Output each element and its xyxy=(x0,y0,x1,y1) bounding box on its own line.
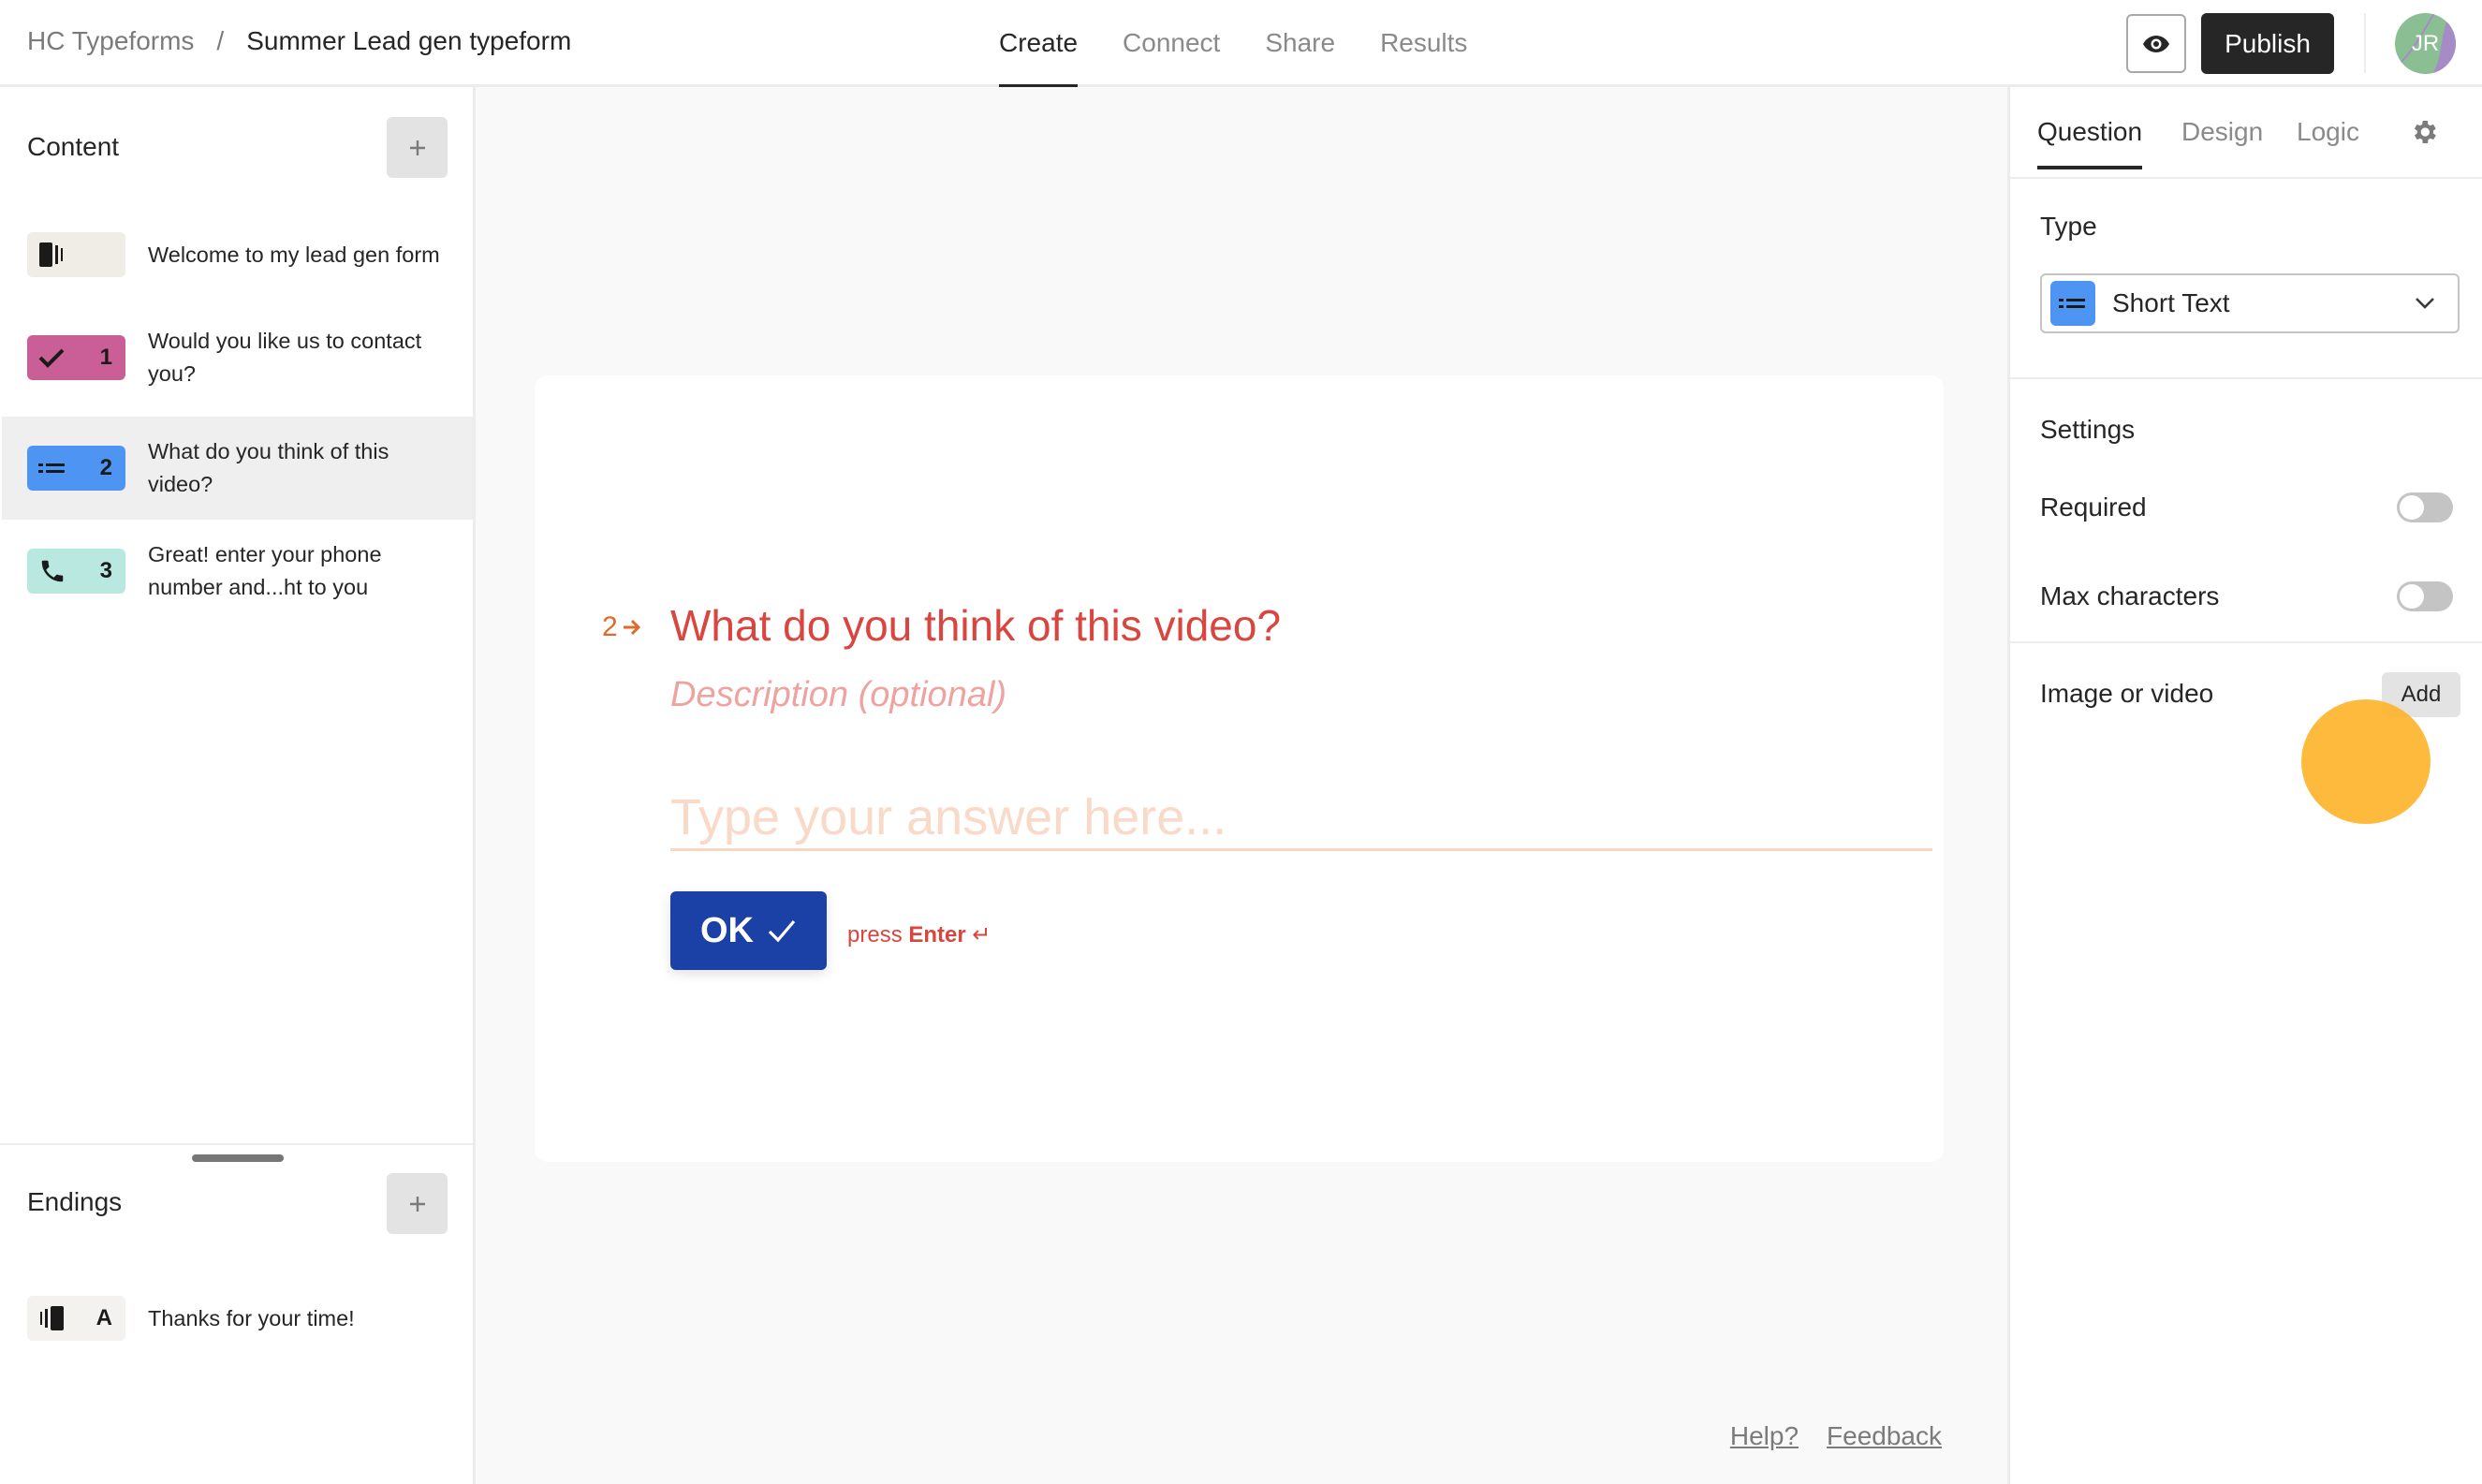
welcome-screen-icon xyxy=(39,242,63,267)
tab-share[interactable]: Share xyxy=(1265,0,1335,87)
question-item-3[interactable]: 3 Great! enter your phone number and...h… xyxy=(2,520,473,623)
help-link[interactable]: Help? xyxy=(1730,1421,1799,1451)
image-or-video-label: Image or video xyxy=(2040,679,2214,708)
ending-screen-icon xyxy=(40,1306,64,1330)
eye-icon xyxy=(2143,35,2169,52)
question-number-value: 2 xyxy=(602,611,618,642)
main-tabs: Create Connect Share Results xyxy=(999,0,1512,89)
ok-label: OK xyxy=(700,910,754,950)
required-toggle[interactable] xyxy=(2397,492,2453,522)
content-sidebar: Content Welcome to my lead gen form 1 Wo… xyxy=(0,87,476,1484)
type-label: Type xyxy=(2040,212,2097,241)
breadcrumb-workspace[interactable]: HC Typeforms xyxy=(27,26,194,56)
question-number: 1 xyxy=(99,345,112,370)
add-ending-button[interactable] xyxy=(387,1173,448,1234)
question-badge: 3 xyxy=(27,549,125,594)
section-divider xyxy=(2010,377,2482,379)
header-divider xyxy=(2364,13,2366,73)
question-badge: 2 xyxy=(27,446,125,491)
panel-resize-handle[interactable] xyxy=(192,1154,284,1162)
max-characters-label: Max characters xyxy=(2040,581,2220,610)
add-media-button[interactable]: Add xyxy=(2382,672,2460,717)
question-item-2[interactable]: 2 What do you think of this video? xyxy=(2,417,473,520)
chevron-down-icon xyxy=(2416,298,2434,309)
top-bar: HC Typeforms / Summer Lead gen typeform … xyxy=(0,0,2482,89)
answer-input[interactable] xyxy=(670,786,1932,851)
question-description[interactable]: Description (optional) xyxy=(670,675,1006,715)
form-canvas: 2 What do you think of this video? Descr… xyxy=(476,87,2007,1484)
ending-item-a[interactable]: A Thanks for your time! xyxy=(2,1267,473,1370)
question-type-select[interactable]: Short Text xyxy=(2040,273,2460,333)
question-item-text: Welcome to my lead gen form xyxy=(148,242,440,267)
tab-results[interactable]: Results xyxy=(1380,0,1467,87)
short-text-icon xyxy=(2059,299,2085,308)
endings-section-title: Endings xyxy=(27,1187,123,1216)
ending-item-text: Thanks for your time! xyxy=(148,1305,355,1330)
required-label: Required xyxy=(2040,492,2147,522)
question-item-text: Would you like us to contact you? xyxy=(148,329,422,386)
breadcrumb-form-name[interactable]: Summer Lead gen typeform xyxy=(246,26,571,56)
short-text-icon xyxy=(38,463,65,473)
endings-divider xyxy=(0,1143,473,1145)
question-card: 2 What do you think of this video? Descr… xyxy=(535,375,1944,1162)
tab-connect[interactable]: Connect xyxy=(1123,0,1220,87)
question-title[interactable]: What do you think of this video? xyxy=(670,600,1281,651)
question-item-1[interactable]: 1 Would you like us to contact you? xyxy=(2,306,473,409)
checkmark-icon xyxy=(768,919,796,943)
publish-button[interactable]: Publish xyxy=(2201,13,2334,74)
question-number-label: 2 xyxy=(602,611,642,643)
ending-letter: A xyxy=(95,1305,112,1330)
add-question-button[interactable] xyxy=(387,117,448,178)
tab-question[interactable]: Question xyxy=(2037,117,2143,169)
checkmark-icon xyxy=(38,348,65,368)
question-number: 2 xyxy=(99,455,112,480)
settings-label: Settings xyxy=(2040,415,2136,444)
avatar-initials: JR xyxy=(2411,30,2440,56)
short-text-type-icon xyxy=(2050,281,2095,326)
arrow-right-icon xyxy=(623,619,640,636)
enter-key-icon: ↵ xyxy=(972,922,991,948)
preview-button[interactable] xyxy=(2126,14,2186,73)
type-value: Short Text xyxy=(2112,288,2230,317)
section-divider xyxy=(2010,641,2482,643)
settings-tabs: Question Design Logic xyxy=(2010,87,2482,179)
phone-icon xyxy=(41,560,64,582)
footer-links: Help? Feedback xyxy=(1730,1421,1942,1451)
press-enter-hint: press Enter ↵ xyxy=(847,921,991,948)
ending-badge: A xyxy=(27,1296,125,1341)
plus-icon xyxy=(409,140,425,155)
question-item-text: Great! enter your phone number and...ht … xyxy=(148,542,382,599)
question-badge: 1 xyxy=(27,335,125,380)
feedback-link[interactable]: Feedback xyxy=(1827,1421,1942,1451)
tab-create[interactable]: Create xyxy=(999,0,1079,89)
avatar[interactable]: JR xyxy=(2395,13,2456,74)
question-settings-panel: Question Design Logic Type Short Text Se… xyxy=(2007,87,2482,1484)
tab-logic[interactable]: Logic xyxy=(2297,117,2359,147)
content-section-title: Content xyxy=(27,132,120,161)
press-label: press xyxy=(847,922,903,948)
gear-icon[interactable] xyxy=(2409,117,2439,147)
question-badge xyxy=(27,232,125,277)
question-item-welcome[interactable]: Welcome to my lead gen form xyxy=(2,203,473,306)
breadcrumb-separator: / xyxy=(216,26,225,55)
enter-label: Enter xyxy=(908,922,966,948)
plus-icon xyxy=(409,1196,425,1212)
max-characters-toggle[interactable] xyxy=(2397,581,2453,611)
ok-button[interactable]: OK xyxy=(670,891,827,970)
question-number: 3 xyxy=(99,558,112,583)
tab-design[interactable]: Design xyxy=(2181,117,2263,147)
question-item-text: What do you think of this video? xyxy=(148,439,389,496)
breadcrumb: HC Typeforms / Summer Lead gen typeform xyxy=(27,26,571,56)
